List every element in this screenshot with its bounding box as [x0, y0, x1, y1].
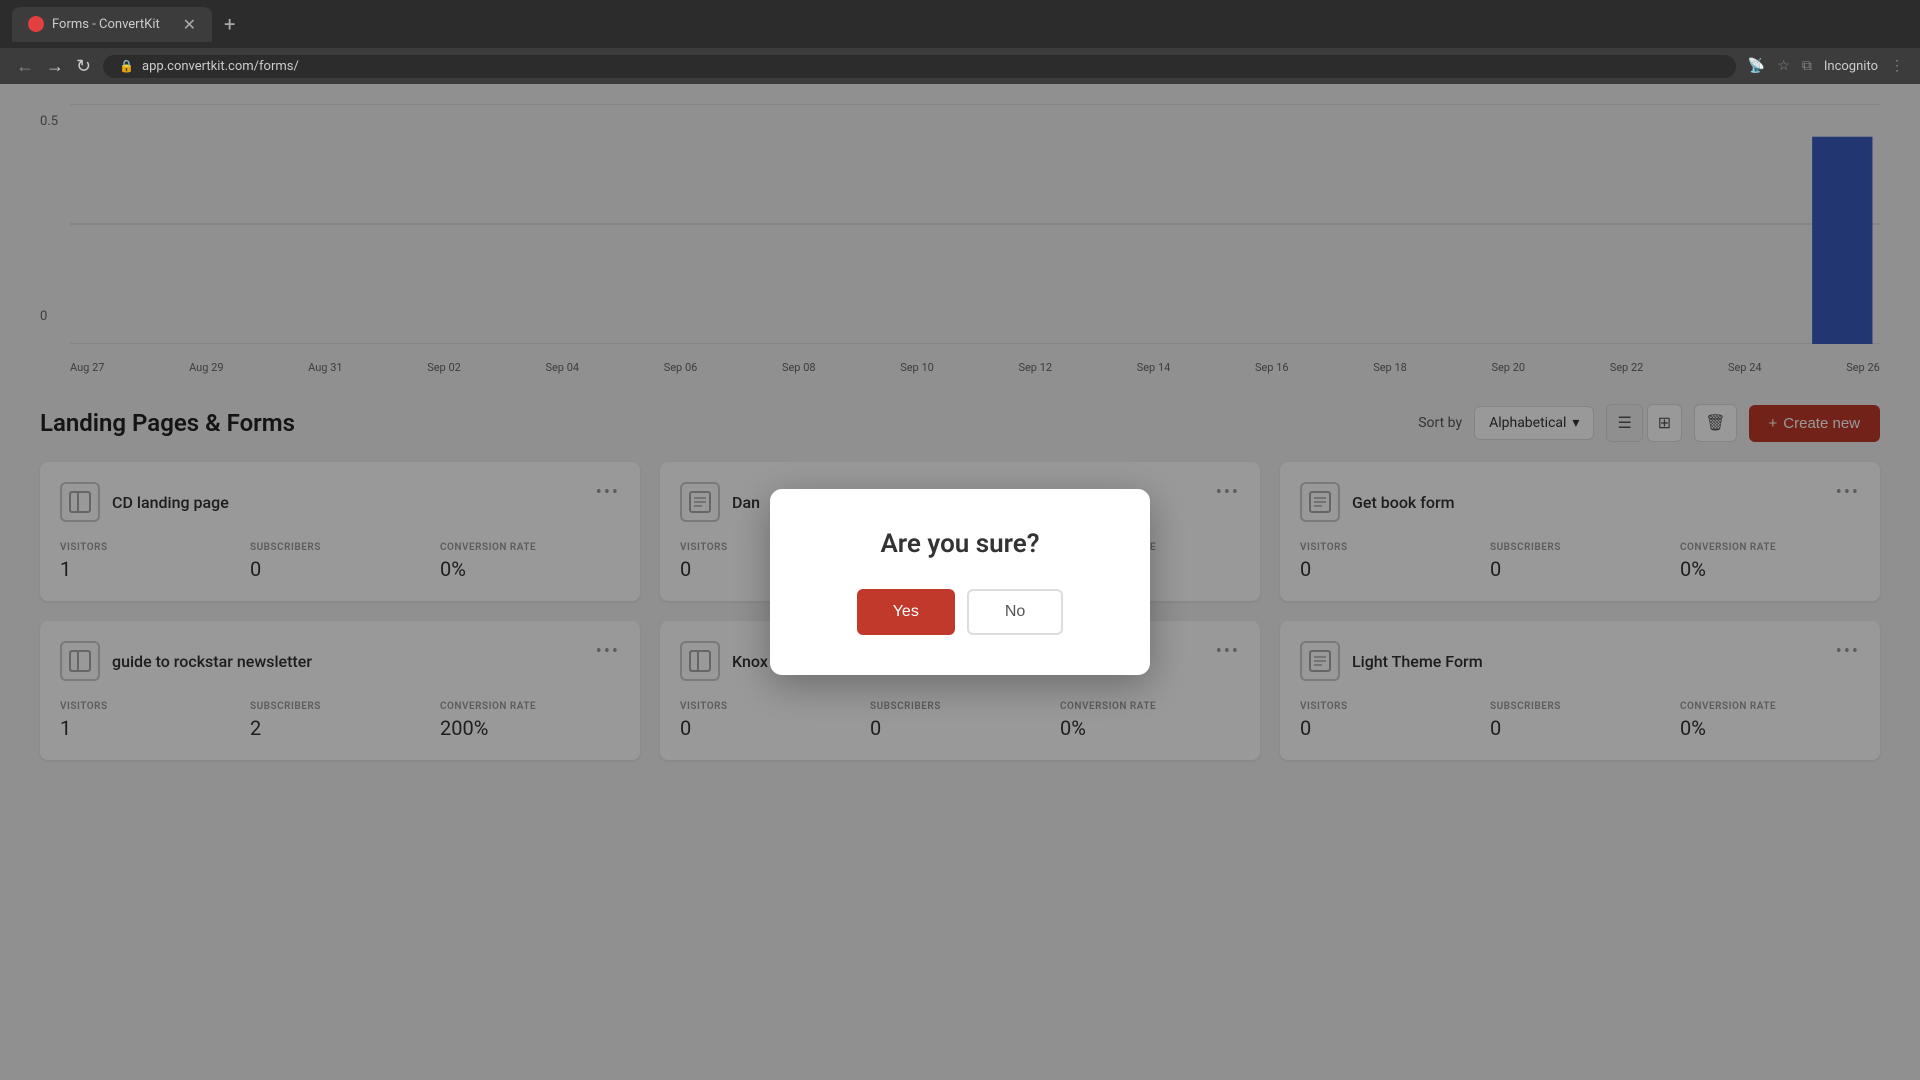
- browser-chrome: Forms - ConvertKit ✕ +: [0, 0, 1920, 48]
- refresh-button[interactable]: ↻: [76, 57, 91, 75]
- modal-title: Are you sure?: [820, 529, 1100, 559]
- extensions-icon: ⧉: [1802, 58, 1812, 74]
- new-tab-button[interactable]: +: [224, 12, 235, 36]
- modal-overlay: Are you sure? Yes No: [0, 84, 1920, 1080]
- menu-icon: ⋮: [1890, 58, 1904, 74]
- tab-close-button[interactable]: ✕: [183, 15, 196, 34]
- tab-title: Forms - ConvertKit: [52, 17, 160, 32]
- no-button[interactable]: No: [967, 589, 1063, 635]
- modal-buttons: Yes No: [820, 589, 1100, 635]
- yes-button[interactable]: Yes: [857, 589, 955, 635]
- tab-favicon: [28, 16, 44, 32]
- browser-nav: ← → ↻ 🔒 app.convertkit.com/forms/ 📡 ☆ ⧉ …: [0, 48, 1920, 84]
- back-button[interactable]: ←: [16, 57, 34, 75]
- confirmation-modal: Are you sure? Yes No: [770, 489, 1150, 675]
- cast-icon: 📡: [1748, 58, 1765, 74]
- lock-icon: 🔒: [119, 59, 134, 73]
- address-bar[interactable]: 🔒 app.convertkit.com/forms/: [103, 55, 1736, 78]
- page-content: 0.5 0 Aug 27 Aug 29 Aug 31 Sep 02 Sep 04…: [0, 84, 1920, 1080]
- incognito-label: Incognito: [1824, 59, 1878, 74]
- forward-button[interactable]: →: [46, 57, 64, 75]
- bookmark-icon: ☆: [1777, 58, 1790, 74]
- browser-tab[interactable]: Forms - ConvertKit ✕: [12, 7, 212, 42]
- nav-extras: 📡 ☆ ⧉ Incognito ⋮: [1748, 58, 1904, 74]
- url-text: app.convertkit.com/forms/: [142, 59, 299, 74]
